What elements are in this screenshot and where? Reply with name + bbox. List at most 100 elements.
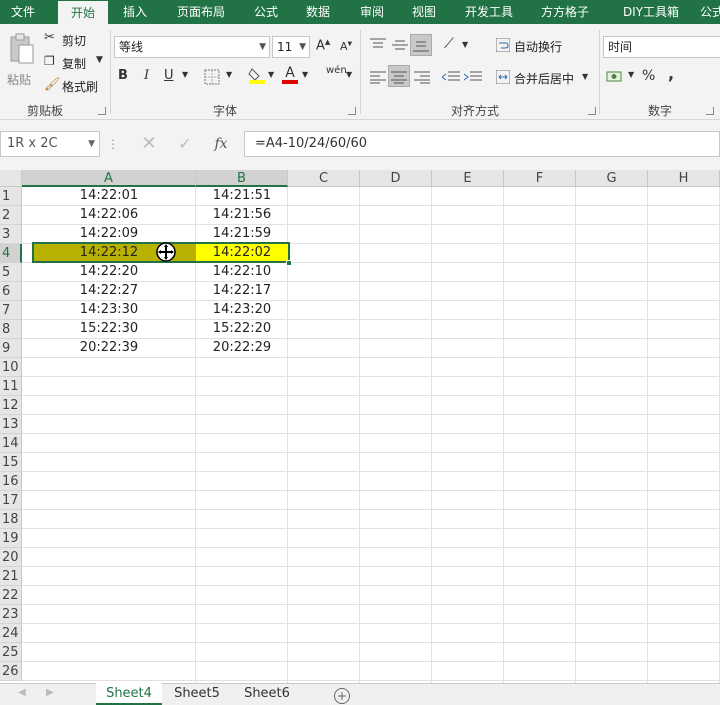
row-header-14[interactable]: 14 [0,434,22,453]
column-header-f[interactable]: F [504,170,576,187]
tab-diy-toolbox[interactable]: DIY工具箱 [612,0,690,24]
increase-indent-icon[interactable] [464,70,482,84]
tab-view[interactable]: 视图 [402,0,446,24]
row-header-7[interactable]: 7 [0,301,22,320]
row-header-5[interactable]: 5 [0,263,22,282]
chevron-down-icon[interactable]: ▼ [182,70,188,79]
chevron-down-icon[interactable]: ▼ [582,72,588,81]
chevron-down-icon[interactable]: ▼ [346,70,352,79]
cell-b7[interactable]: 14:23:20 [196,300,288,319]
font-size-combo[interactable]: 11 ▼ [272,36,310,58]
row-header-11[interactable]: 11 [0,377,22,396]
increase-font-icon[interactable]: A▲ [316,38,330,53]
column-header-g[interactable]: G [576,170,648,187]
tab-formulas[interactable]: 公式 [244,0,288,24]
cell-b8[interactable]: 15:22:20 [196,319,288,338]
enter-icon[interactable]: ✓ [170,131,200,157]
tab-file[interactable]: 文件 [0,0,46,24]
bold-button[interactable]: B [118,68,128,83]
cell-b6[interactable]: 14:22:17 [196,281,288,300]
row-header-16[interactable]: 16 [0,472,22,491]
align-top-icon[interactable] [370,38,386,52]
column-header-c[interactable]: C [288,170,360,187]
cell-b2[interactable]: 14:21:56 [196,205,288,224]
percent-button[interactable]: % [642,68,655,84]
chevron-down-icon[interactable]: ▼ [302,70,308,79]
merge-center-button[interactable]: 合并后居中 [514,70,574,87]
scroll-right-icon[interactable]: ▶ [46,687,54,698]
row-header-3[interactable]: 3 [0,225,22,244]
cell-a2[interactable]: 14:22:06 [22,205,196,224]
formula-input[interactable]: =A4-10/24/60/60 [244,131,720,157]
cell-a8[interactable]: 15:22:30 [22,319,196,338]
align-left-icon[interactable] [370,70,386,84]
tab-review[interactable]: 审阅 [350,0,394,24]
accounting-format-icon[interactable] [606,69,624,85]
tab-formula-2[interactable]: 公式 [700,0,720,24]
row-header-6[interactable]: 6 [0,282,22,301]
row-header-15[interactable]: 15 [0,453,22,472]
add-sheet-icon[interactable] [333,687,351,705]
row-header-23[interactable]: 23 [0,605,22,624]
cell-a9[interactable]: 20:22:39 [22,338,196,357]
decrease-font-icon[interactable]: A▼ [340,40,352,53]
row-header-10[interactable]: 10 [0,358,22,377]
cell-b1[interactable]: 14:21:51 [196,187,288,205]
cancel-icon[interactable]: ✕ [134,131,164,157]
font-launcher[interactable] [348,107,356,115]
row-header-24[interactable]: 24 [0,624,22,643]
name-box[interactable]: 1R x 2C ▼ [0,131,100,157]
tab-developer[interactable]: 开发工具 [456,0,522,24]
phonetic-icon[interactable]: wén [326,65,347,76]
wrap-text-button[interactable]: 自动换行 [514,38,562,55]
row-header-26[interactable]: 26 [0,662,22,681]
underline-button[interactable]: U [164,68,174,83]
chevron-down-icon[interactable]: ▼ [226,70,232,79]
row-header-4[interactable]: 4 [0,244,22,263]
row-header-21[interactable]: 21 [0,567,22,586]
cell-a5[interactable]: 14:22:20 [22,262,196,281]
column-header-h[interactable]: H [648,170,720,187]
row-header-18[interactable]: 18 [0,510,22,529]
clipboard-launcher[interactable] [98,107,106,115]
number-launcher[interactable] [706,107,714,115]
cell-b5[interactable]: 14:22:10 [196,262,288,281]
orientation-icon[interactable]: ⟋ [444,36,454,52]
italic-button[interactable]: I [144,68,149,83]
column-header-d[interactable]: D [360,170,432,187]
sheet-tab-sheet5[interactable]: Sheet5 [166,683,228,705]
row-header-25[interactable]: 25 [0,643,22,662]
fill-color-icon[interactable] [248,66,266,84]
chevron-down-icon[interactable]: ▼ [268,70,274,79]
cell-a7[interactable]: 14:23:30 [22,300,196,319]
tab-fangfang[interactable]: 方方格子 [532,0,598,24]
chevron-down-icon[interactable]: ▼ [96,55,103,65]
row-header-12[interactable]: 12 [0,396,22,415]
column-header-e[interactable]: E [432,170,504,187]
row-header-2[interactable]: 2 [0,206,22,225]
row-header-1[interactable]: 1 [0,187,22,206]
fill-handle[interactable] [286,260,292,266]
cell-a1[interactable]: 14:22:01 [22,187,196,205]
insert-function-button[interactable]: fx [206,131,236,157]
format-painter-button[interactable]: 格式刷 [62,78,98,95]
chevron-down-icon[interactable]: ▼ [462,40,468,49]
comma-style-button[interactable]: , [668,64,674,83]
cell-grid[interactable]: 14:22:01 14:21:51 14:22:06 14:21:56 14:22:09… [22,187,720,683]
borders-icon[interactable] [204,69,220,85]
align-bottom-button[interactable] [410,34,432,56]
row-header-17[interactable]: 17 [0,491,22,510]
tab-home[interactable]: 开始 [58,1,108,24]
row-header-20[interactable]: 20 [0,548,22,567]
paste-button[interactable]: 粘贴 [2,30,38,94]
number-format-combo[interactable]: 时间 [603,36,720,58]
copy-button[interactable]: 复制 [62,55,86,72]
row-header-13[interactable]: 13 [0,415,22,434]
align-center-button[interactable] [388,65,410,87]
column-header-b[interactable]: B [196,170,288,187]
tab-page-layout[interactable]: 页面布局 [170,0,232,24]
cell-a6[interactable]: 14:22:27 [22,281,196,300]
font-color-icon[interactable]: A [282,66,298,84]
alignment-launcher[interactable] [588,107,596,115]
scroll-left-icon[interactable]: ◀ [18,687,26,698]
